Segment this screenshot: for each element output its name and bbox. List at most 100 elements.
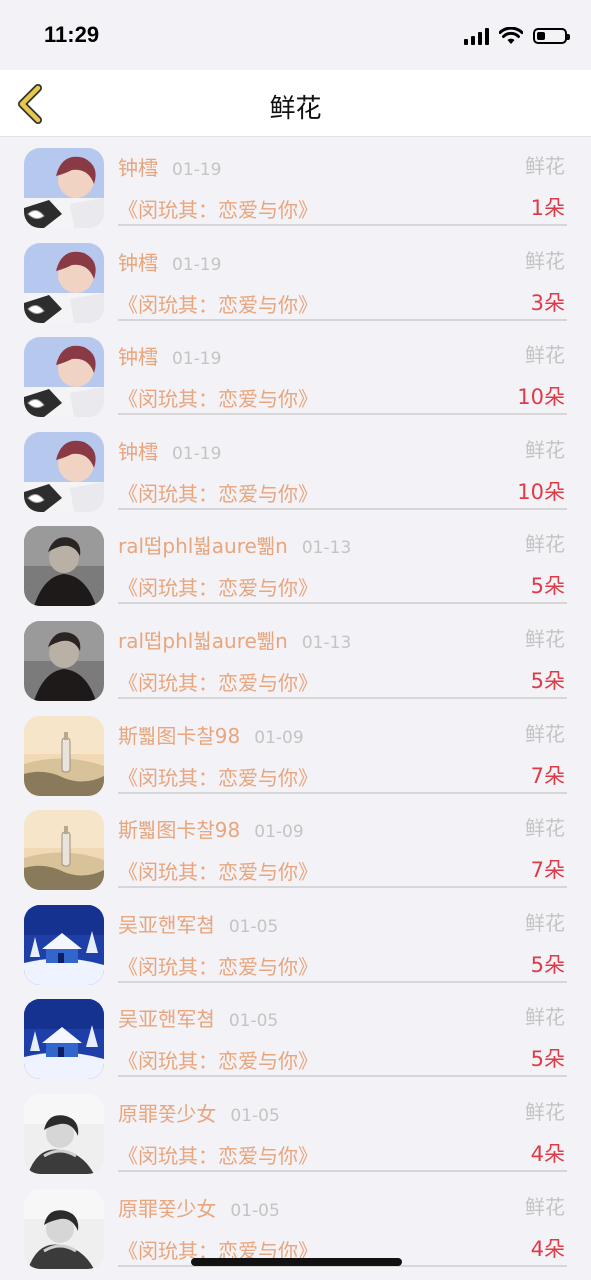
book-title[interactable]: 《闵玧其：恋爱与你》 [118,1045,318,1074]
avatar-boy-icon[interactable] [24,148,104,228]
row-divider [118,318,567,321]
user-name: 钟樰 01-19 [118,341,221,370]
book-title[interactable]: 《闵玧其：恋爱与你》 [118,762,318,791]
row-divider [118,507,567,510]
status-icons [464,24,570,48]
gift-type: 鲜花 [525,816,565,841]
list-item[interactable]: 斯뿳图卡찰98 01-09 鲜花《闵玧其：恋爱与你》 7朵 [0,804,591,899]
list-item[interactable]: 钟樰 01-19 鲜花《闵玧其：恋爱与你》 10朵 [0,426,591,521]
cellular-signal-icon [464,27,489,45]
user-name-text: 斯뿳图卡찰98 [118,818,241,843]
avatar-dark-portrait-icon[interactable] [24,620,104,701]
avatar-boy-icon[interactable] [24,242,104,323]
home-indicator [191,1258,402,1266]
gift-date: 01-05 [230,1105,280,1126]
list-item[interactable]: 原罪쫓少女 01-05 鲜花 《闵玧其：恋爱与你》 4朵 [0,1088,591,1183]
user-name-text: 钟樰 [118,156,158,180]
list-item[interactable]: 钟樰 01-19 鲜花《闵玧其：恋爱与你》 10朵 [0,331,591,426]
row-divider [118,602,567,605]
user-name-text: ral떱phl붧aure쀎n [118,534,288,559]
page-title: 鲜花 [269,94,322,124]
avatar-boy-icon[interactable] [24,337,104,418]
gift-date: 01-13 [301,538,352,559]
user-name: 吴亚핸军쳠 01-05 [118,909,278,938]
gift-type: 鲜花 [525,910,565,935]
gift-type: 鲜花 [525,343,565,368]
gift-date: 01-19 [172,349,222,370]
user-name-text: 吴亚핸军쳠 [118,1007,215,1032]
flower-count: 7朵 [530,858,565,883]
book-title[interactable]: 《闵玧其：恋爱与你》 [118,572,318,601]
user-name-text: 斯뿳图卡찰98 [118,723,241,748]
book-title[interactable]: 《闵玧其：恋爱与你》 [118,194,318,223]
gift-type: 鲜花 [525,154,565,178]
list-item[interactable]: 斯뿳图卡찰98 01-09 鲜花 《闵玧其：恋爱与你》 7朵 [0,710,591,805]
user-name-text: 钟樰 [118,250,158,275]
flower-count: 5朵 [530,952,565,977]
book-title[interactable]: 《闵玧其：恋爱与你》 [118,951,318,980]
gift-type: 鲜花 [525,248,565,273]
book-title[interactable]: 《闵玧其：恋爱与你》 [118,383,318,412]
user-name: 吴亚핸军쳠 01-05 [118,1003,278,1032]
user-name-text: 原罪쫓少女 [118,1196,217,1221]
gift-type: 鲜花 [525,532,565,557]
row-divider [118,696,567,699]
gift-date: 01-05 [228,1011,279,1032]
avatar-snow-house-icon[interactable] [24,999,104,1080]
user-name-text: 原罪쫓少女 [118,1101,217,1126]
gift-record-list: 钟樰 01-19 鲜花 《闵玧其：恋爱与你》 1朵 钟樰 01-19 鲜花 《闵玧其：恋爱与你》… [0,142,591,1277]
flower-count: 3朵 [530,290,565,315]
user-name: 钟樰 01-19 [118,152,221,181]
user-name-text: 钟樰 [118,345,158,370]
gift-date: 01-05 [230,1200,280,1221]
row-divider [118,224,567,226]
row-divider [118,1075,567,1078]
flower-count: 1朵 [530,196,565,220]
list-item[interactable]: ral떱phl붧aure쀎n 01-13 鲜花《闵玧其：恋爱与你》 5朵 [0,520,591,615]
avatar-bottle-icon[interactable] [24,810,104,891]
avatar-girl-bw-icon[interactable] [24,1188,104,1269]
row-divider [118,413,567,416]
book-title[interactable]: 《闵玧其：恋爱与你》 [118,856,318,885]
user-name: 斯뿳图卡찰98 01-09 [118,720,304,749]
gift-date: 01-09 [254,822,304,843]
user-name-text: ral떱phl붧aure쀎n [118,628,288,653]
list-item[interactable]: 吴亚핸军쳠 01-05 鲜花《闵玧其：恋爱与你》 5朵 [0,993,591,1088]
book-title[interactable]: 《闵玧其：恋爱与你》 [118,478,318,507]
user-name: 斯뿳图卡찰98 01-09 [118,814,304,843]
avatar-girl-bw-icon[interactable] [24,1093,104,1174]
gift-type: 鲜花 [525,1194,565,1219]
gift-date: 01-19 [172,254,222,275]
gift-type: 鲜花 [525,1005,565,1030]
row-divider [118,1169,567,1172]
avatar-snow-house-icon[interactable] [24,904,104,985]
user-name: 原罪쫓少女 01-05 [118,1098,280,1127]
status-bar: 11:29 [0,0,591,70]
status-time: 11:29 [44,22,100,47]
book-title[interactable]: 《闵玧其：恋爱与你》 [118,1140,318,1169]
gift-type: 鲜花 [525,437,565,462]
row-divider [118,791,567,794]
avatar-bottle-icon[interactable] [24,715,104,796]
gift-type: 鲜花 [525,626,565,651]
book-title[interactable]: 《闵玧其：恋爱与你》 [118,289,318,318]
user-name: 钟樰 01-19 [118,247,221,276]
user-name: 钟樰 01-19 [118,436,221,465]
wifi-icon [499,27,523,44]
nav-bar: 鲜花 [0,70,591,137]
flower-count: 4朵 [530,1236,565,1261]
avatar-dark-portrait-icon[interactable] [24,526,104,607]
flower-count: 10朵 [517,385,565,410]
avatar-boy-icon[interactable] [24,431,104,512]
row-divider [118,886,567,889]
list-item[interactable]: 钟樰 01-19 鲜花《闵玧其：恋爱与你》 1朵 [0,142,591,237]
list-item[interactable]: ral떱phl붧aure쀎n 01-13 鲜花 《闵玧其：恋爱与你》 5朵 [0,615,591,710]
flower-count: 5朵 [530,574,565,599]
flower-count: 10朵 [517,479,565,504]
list-item[interactable]: 钟樰 01-19 鲜花《闵玧其：恋爱与你》 3朵 [0,237,591,332]
flower-count: 4朵 [530,1141,565,1166]
book-title[interactable]: 《闵玧其：恋爱与你》 [118,667,318,696]
gift-date: 01-19 [172,443,222,464]
flower-count: 5朵 [530,1047,565,1072]
list-item[interactable]: 吴亚핸军쳠 01-05 鲜花《闵玧其：恋爱与你》 5朵 [0,899,591,994]
